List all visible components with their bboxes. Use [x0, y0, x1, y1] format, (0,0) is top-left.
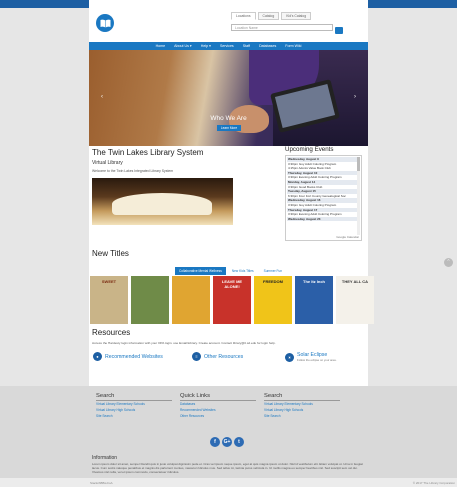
book-cover-title: The Itz Inch: [303, 279, 325, 284]
footer-link[interactable]: Site Search: [264, 413, 340, 419]
scroll-top-icon[interactable]: ⌃: [444, 258, 453, 267]
book-cover[interactable]: [172, 276, 210, 324]
google-plus-icon[interactable]: G+: [222, 437, 232, 447]
book-cover[interactable]: THEY ALL CA: [336, 276, 374, 324]
carousel-next-icon[interactable]: ›: [354, 94, 356, 100]
footer-col-title: Search: [96, 393, 172, 401]
search-button[interactable]: [335, 27, 343, 34]
search-tab-locations[interactable]: Locations: [231, 12, 256, 20]
globe-icon: ●: [93, 352, 102, 361]
book-cover-title: THEY ALL CA: [341, 279, 369, 284]
titles-tabs: Collaborative Mental Wellness New Kids T…: [175, 267, 286, 275]
new-titles-heading: New Titles: [92, 249, 129, 258]
carousel-prev-icon[interactable]: ‹: [101, 94, 103, 100]
book-cover[interactable]: LEAVE ME ALONE!: [213, 276, 251, 324]
footer-col-search: Search Virtual Library Elementary School…: [96, 393, 172, 419]
social-links: f G+ t: [210, 437, 244, 447]
footer-link[interactable]: Other Resources: [180, 413, 256, 419]
search-input[interactable]: Location Name: [231, 24, 333, 31]
nav-item-staff[interactable]: Staff: [243, 44, 250, 48]
book-cover[interactable]: [131, 276, 169, 324]
list-icon: ≡: [192, 352, 201, 361]
info-heading: Information: [92, 455, 118, 461]
google-calendar-label[interactable]: Google Calendar: [336, 235, 359, 239]
page-title: The Twin Lakes Library System: [92, 148, 204, 157]
book-icon: [100, 19, 110, 27]
info-text: Lorem ipsum dolor sit amet, semper bland…: [92, 462, 363, 474]
other-resources-link[interactable]: ≡ Other Resources: [192, 352, 243, 361]
events-title: Upcoming Events: [285, 146, 334, 153]
welcome-text: Welcome to the Twin Lakes Integrated Lib…: [92, 169, 174, 173]
nav-item-about[interactable]: About Us ▾: [174, 44, 192, 48]
hero-carousel: ‹ › Who We Are Learn More: [89, 50, 368, 146]
open-book-image: [92, 178, 233, 225]
resources-heading: Resources: [92, 328, 131, 337]
titles-tab[interactable]: New Kids Titles: [228, 267, 258, 275]
titles-tab[interactable]: Collaborative Mental Wellness: [175, 267, 226, 275]
bottom-bar: Stack/ABB/eCoA © 2017 The Library Corpor…: [0, 478, 457, 487]
search-tab-kids-catalog[interactable]: Kid's Catalog: [281, 12, 312, 20]
events-scrollbar[interactable]: [357, 157, 360, 235]
book-cover[interactable]: SWEET: [90, 276, 128, 324]
footer-col-quick-links: Quick Links Databases Recommended Websit…: [180, 393, 256, 419]
book-cover-title: SWEET: [101, 279, 117, 284]
nav-item-form-wiki[interactable]: Form Wiki: [285, 44, 301, 48]
search-widget: Locations Catalog Kid's Catalog Location…: [231, 12, 361, 40]
nav-item-services[interactable]: Services: [220, 44, 234, 48]
nav-item-home[interactable]: Home: [156, 44, 166, 48]
nav-item-databases[interactable]: Databases: [259, 44, 276, 48]
book-cover[interactable]: The Itz Inch: [295, 276, 333, 324]
footer-col-title: Search: [264, 393, 340, 401]
footer-link[interactable]: Site Search: [96, 413, 172, 419]
hero-title: Who We Are: [210, 115, 247, 122]
hero-learn-more-button[interactable]: Learn More: [217, 125, 241, 131]
copyright-text: © 2017 The Library Corporation: [412, 481, 455, 485]
footer-col-title: Quick Links: [180, 393, 256, 401]
recommended-websites-link[interactable]: ● Recommended Websites: [93, 352, 163, 361]
resource-label: Recommended Websites: [105, 353, 163, 360]
section-subtitle: Virtual Library: [92, 160, 123, 166]
book-cover-title: LEAVE ME ALONE!: [221, 279, 243, 289]
event-day-header: Wednesday, August 23: [287, 216, 358, 222]
library-logo[interactable]: [96, 14, 114, 32]
facebook-icon[interactable]: f: [210, 437, 220, 447]
resource-label: Other Resources: [204, 353, 244, 360]
upcoming-events: Upcoming Events Wednesday, August 9 3:30p…: [285, 146, 363, 241]
book-cover-title: FREEDOM: [263, 279, 283, 284]
main-nav: Home About Us ▾ Help ▾ Services Staff Da…: [89, 42, 368, 50]
nav-item-help[interactable]: Help ▾: [201, 44, 211, 48]
bottom-left-text: Stack/ABB/eCoA: [90, 481, 113, 485]
book-covers: SWEET LEAVE ME ALONE! FREEDOM The Itz Inch T…: [90, 276, 374, 324]
resource-sublabel: Follow the eclipse on your area.: [297, 358, 337, 362]
titles-tab[interactable]: Summer Fun: [260, 267, 286, 275]
book-cover[interactable]: FREEDOM: [254, 276, 292, 324]
sun-icon: ☀: [285, 352, 294, 362]
events-calendar: Wednesday, August 9 3:30pm Guy Adult Colo…: [285, 155, 362, 241]
resources-text: Access the Hardesty login information wi…: [92, 341, 276, 345]
twitter-icon[interactable]: t: [234, 437, 244, 447]
solar-eclipse-link[interactable]: ☀ Solar Eclipse Follow the eclipse on yo…: [285, 352, 337, 362]
footer-col-search-2: Search Virtual Library Elementary School…: [264, 393, 340, 419]
search-tab-catalog[interactable]: Catalog: [257, 12, 280, 20]
